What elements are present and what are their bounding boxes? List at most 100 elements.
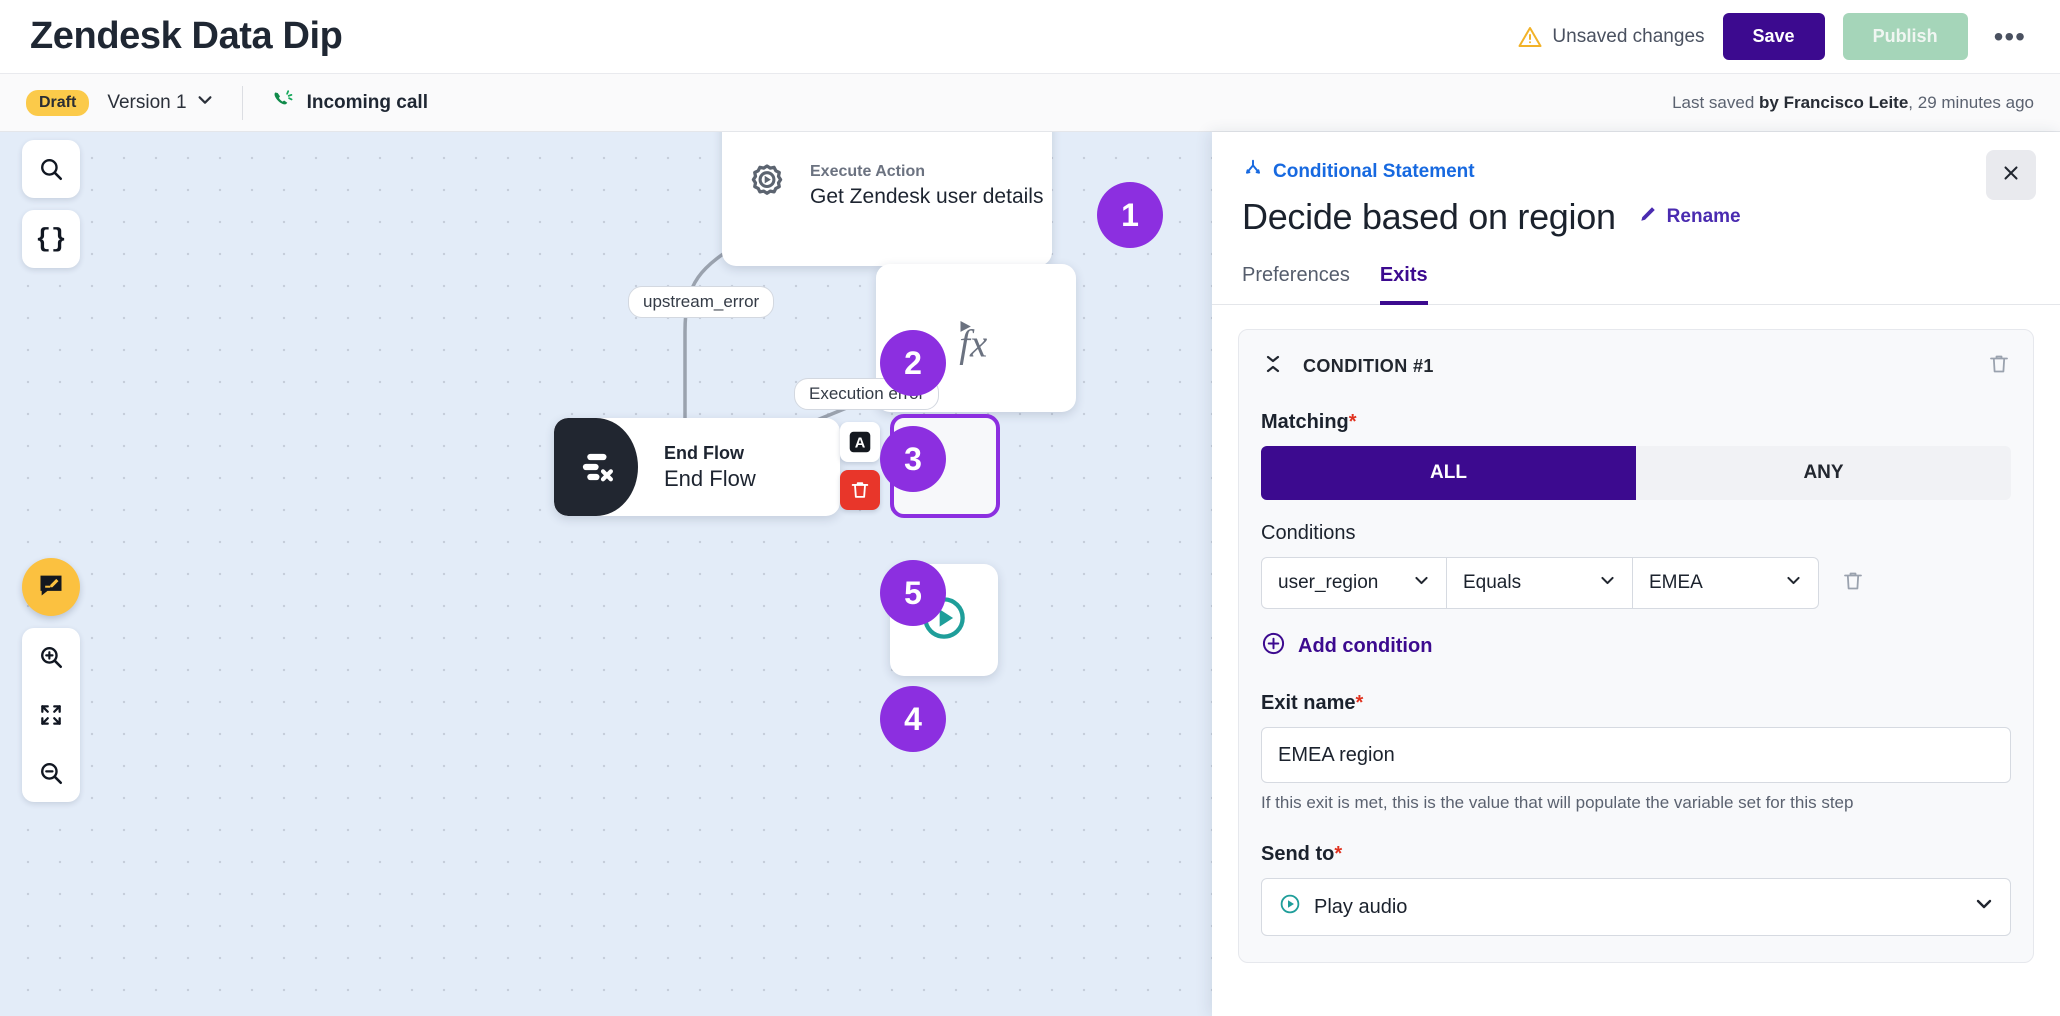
- canvas-zoom-controls[interactable]: [22, 628, 80, 802]
- zoom-in-icon[interactable]: [22, 628, 80, 686]
- node-kicker: End Flow: [664, 442, 744, 463]
- condition-variable-value: user_region: [1278, 572, 1379, 593]
- delete-condition-row-button[interactable]: [1841, 569, 1865, 598]
- close-icon: [2000, 162, 2022, 189]
- variables-icon[interactable]: {}: [22, 210, 80, 268]
- panel-title-row: Decide based on region Rename: [1242, 196, 2030, 238]
- warning-triangle-icon: [1518, 25, 1542, 49]
- matching-label: Matching*: [1261, 411, 2011, 434]
- panel-tabs: Preferences Exits: [1212, 264, 2060, 305]
- canvas-search-button[interactable]: [22, 140, 80, 198]
- plus-circle-icon: [1261, 631, 1286, 662]
- add-condition-label: Add condition: [1298, 635, 1433, 657]
- condition-value-value: EMEA: [1649, 572, 1703, 593]
- step-badge-2: 2: [880, 330, 946, 396]
- save-button[interactable]: Save: [1722, 13, 1825, 60]
- panel-body: CONDITION #1 Matching* ALL ANY Condition…: [1212, 305, 2060, 1016]
- incoming-call-icon: [271, 88, 295, 118]
- add-note-button[interactable]: [22, 558, 80, 616]
- conditions-label: Conditions: [1261, 522, 1356, 544]
- status-badge: Draft: [26, 89, 90, 116]
- branch-icon: [1242, 158, 1264, 186]
- publish-button[interactable]: Publish: [1842, 13, 1968, 60]
- panel-header: Conditional Statement Decide based on re…: [1212, 132, 2060, 238]
- tab-exits[interactable]: Exits: [1379, 264, 1428, 305]
- last-saved-info: Last saved by Francisco Leite, 29 minute…: [1672, 93, 2034, 113]
- panel-step-type: Conditional Statement: [1242, 158, 2030, 186]
- rename-button[interactable]: Rename: [1638, 204, 1741, 230]
- matching-label-text: Matching: [1261, 411, 1349, 433]
- delete-condition-button[interactable]: [1987, 352, 2011, 381]
- send-to-label: Send to*: [1261, 843, 2011, 866]
- svg-text:fx: fx: [959, 322, 987, 365]
- chevron-down-icon: [1974, 894, 1994, 920]
- rename-label: Rename: [1666, 206, 1741, 227]
- last-saved-prefix: Last saved: [1672, 92, 1760, 112]
- add-condition-button[interactable]: Add condition: [1261, 631, 2011, 662]
- more-options-icon[interactable]: •••: [1986, 22, 2034, 50]
- sub-bar: Draft Version 1 Incoming call Last saved…: [0, 74, 2060, 132]
- top-bar: Zendesk Data Dip Unsaved changes Save Pu…: [0, 0, 2060, 74]
- node-execute-action[interactable]: Execute Action Get Zendesk user details: [722, 132, 1052, 266]
- flow-trigger[interactable]: Incoming call: [271, 88, 428, 118]
- gear-play-icon: [744, 161, 790, 212]
- condition-operator-value: Equals: [1463, 572, 1522, 593]
- matching-option-any[interactable]: ANY: [1636, 446, 2011, 500]
- required-asterisk: *: [1348, 411, 1357, 433]
- send-to-select[interactable]: Play audio: [1261, 878, 2011, 936]
- node-title: Get Zendesk user details: [810, 184, 1044, 208]
- chevron-down-icon: [1599, 572, 1616, 595]
- chevron-down-icon: [1785, 572, 1802, 595]
- delete-node-button[interactable]: [840, 470, 880, 510]
- condition-operator-select[interactable]: Equals: [1447, 557, 1633, 609]
- panel-step-type-label: Conditional Statement: [1273, 161, 1475, 182]
- add-note-icon: [37, 571, 65, 604]
- zoom-out-icon[interactable]: [22, 744, 80, 802]
- page-title: Zendesk Data Dip: [30, 15, 343, 57]
- step-badge-5: 5: [880, 560, 946, 626]
- sub-bar-divider: [241, 85, 243, 120]
- required-asterisk: *: [1334, 843, 1343, 865]
- condition-variable-select[interactable]: user_region: [1261, 557, 1447, 609]
- step-settings-panel: Conditional Statement Decide based on re…: [1212, 132, 2060, 1016]
- send-to-value: Play audio: [1314, 895, 1408, 918]
- node-end-flow-text: End Flow End Flow: [638, 443, 756, 492]
- search-icon[interactable]: [22, 140, 80, 198]
- fit-screen-icon[interactable]: [22, 686, 80, 744]
- condition-value-select[interactable]: EMEA: [1633, 557, 1819, 609]
- exit-name-hint: If this exit is met, this is the value t…: [1261, 793, 1854, 812]
- version-selector[interactable]: Version 1: [107, 91, 213, 115]
- matching-segmented-control: ALL ANY: [1261, 446, 2011, 500]
- matching-option-all[interactable]: ALL: [1261, 446, 1636, 500]
- required-asterisk: *: [1355, 692, 1364, 714]
- node-end-flow[interactable]: End Flow End Flow: [554, 418, 840, 516]
- flow-trigger-label: Incoming call: [306, 91, 428, 113]
- chevron-down-icon: [196, 91, 214, 115]
- panel-title: Decide based on region: [1242, 196, 1616, 237]
- chevron-down-icon: [1413, 572, 1430, 595]
- tab-preferences[interactable]: Preferences: [1242, 264, 1350, 305]
- svg-text:A: A: [855, 436, 866, 452]
- unsaved-changes-label: Unsaved changes: [1552, 25, 1705, 47]
- node-kicker: Execute Action: [810, 162, 925, 180]
- step-badge-1: 1: [1097, 182, 1163, 248]
- exit-name-label: Exit name*: [1261, 692, 2011, 715]
- version-label: Version 1: [107, 91, 187, 113]
- condition-card: CONDITION #1 Matching* ALL ANY Condition…: [1238, 329, 2034, 963]
- canvas-variables-button[interactable]: {}: [22, 210, 80, 268]
- close-panel-button[interactable]: [1986, 150, 2036, 200]
- edge-label-upstream-error: upstream_error: [628, 286, 775, 318]
- play-audio-icon: [1278, 892, 1302, 922]
- exit-name-label-text: Exit name: [1261, 692, 1356, 714]
- condition-row: user_region Equals EMEA: [1261, 557, 2011, 609]
- node-title: End Flow: [664, 465, 756, 491]
- app-root: Zendesk Data Dip Unsaved changes Save Pu…: [0, 0, 2060, 1016]
- fx-icon: fx: [945, 305, 1007, 372]
- annotate-node-button[interactable]: A: [840, 422, 880, 462]
- end-flow-icon: [554, 418, 638, 516]
- collapse-chevrons-icon[interactable]: [1261, 352, 1285, 381]
- send-to-label-text: Send to: [1261, 843, 1335, 865]
- top-bar-actions: Unsaved changes Save Publish •••: [1518, 13, 2034, 60]
- step-badge-3: 3: [880, 426, 946, 492]
- exit-name-input[interactable]: [1261, 727, 2011, 783]
